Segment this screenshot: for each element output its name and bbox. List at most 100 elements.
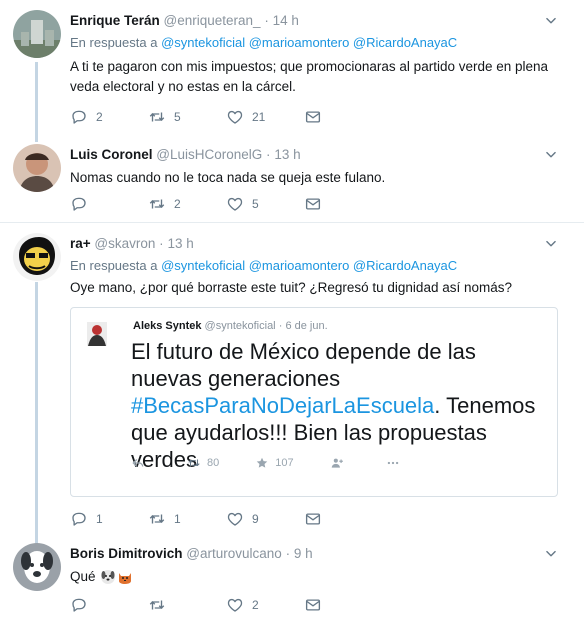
retweet-count: 1	[174, 512, 181, 526]
tweet[interactable]: Boris Dimitrovich @arturovulcano · 9 h Q…	[0, 533, 584, 620]
follow-icon	[330, 456, 344, 470]
tweet-text: Oye mano, ¿por qué borraste este tuit? ¿…	[70, 280, 512, 295]
dm-button[interactable]	[304, 596, 382, 614]
envelope-icon	[304, 510, 322, 528]
retweet-icon	[148, 195, 166, 213]
star-icon	[255, 456, 269, 470]
reply-icon	[70, 195, 88, 213]
reply-button[interactable]: 1	[70, 510, 148, 528]
quoted-like-count: 107	[275, 457, 294, 469]
like-button[interactable]: 5	[226, 195, 304, 213]
retweet-count: 2	[174, 197, 181, 211]
quoted-reply-button[interactable]	[131, 456, 151, 470]
tweet-header: Luis Coronel @LuisHCoronelG · 13 h	[70, 146, 550, 164]
timestamp[interactable]: 13 h	[167, 236, 193, 251]
quoted-like-button[interactable]: 107	[255, 456, 294, 470]
quoted-date[interactable]: 6 de jun.	[285, 320, 327, 332]
retweet-icon	[148, 510, 166, 528]
author-name[interactable]: ra+	[70, 236, 91, 251]
retweet-button[interactable]: 5	[148, 108, 226, 126]
tweet[interactable]: Luis Coronel @LuisHCoronelG · 13 h Nomas…	[0, 134, 584, 224]
separator: ·	[264, 13, 269, 28]
retweet-button[interactable]: 1	[148, 510, 226, 528]
reply-count: 1	[96, 512, 103, 526]
retweet-button[interactable]	[148, 596, 226, 614]
reply-arrow-icon	[131, 456, 145, 470]
heart-icon	[226, 108, 244, 126]
author-handle[interactable]: @arturovulcano	[186, 546, 282, 561]
timestamp[interactable]: 9 h	[294, 546, 313, 561]
quoted-text: El futuro de México depende de las nueva…	[131, 338, 537, 473]
tweet-actions: 2 5 21	[70, 107, 382, 127]
separator: ·	[278, 320, 283, 332]
quoted-more-button[interactable]	[386, 456, 406, 470]
cat-emoji-icon	[118, 573, 131, 584]
reply-context: En respuesta a @syntekoficial @marioamon…	[70, 257, 550, 274]
quoted-retweet-button[interactable]: 80	[187, 456, 219, 470]
like-button[interactable]: 9	[226, 510, 304, 528]
retweet-icon	[187, 456, 201, 470]
tweet-actions: 2 5	[70, 194, 382, 214]
tweet-header: ra+ @skavron · 13 h	[70, 235, 550, 253]
more-icon	[386, 456, 400, 470]
reply-mentions[interactable]: @syntekoficial @marioamontero @RicardoAn…	[161, 35, 457, 50]
separator: ·	[159, 236, 164, 251]
avatar[interactable]	[13, 543, 61, 591]
avatar[interactable]	[13, 233, 61, 281]
like-count: 21	[252, 110, 266, 124]
retweet-icon	[148, 108, 166, 126]
reply-button[interactable]: 2	[70, 108, 148, 126]
avatar[interactable]	[13, 144, 61, 192]
reply-icon	[70, 510, 88, 528]
author-handle[interactable]: @enriqueteran_	[164, 13, 261, 28]
envelope-icon	[304, 195, 322, 213]
retweet-count: 5	[174, 110, 181, 124]
author-name[interactable]: Boris Dimitrovich	[70, 546, 183, 561]
quoted-text-start: El futuro de México depende de las nueva…	[131, 339, 476, 391]
reply-icon	[70, 108, 88, 126]
tweet-header: Boris Dimitrovich @arturovulcano · 9 h	[70, 545, 550, 563]
heart-icon	[226, 596, 244, 614]
separator: ·	[285, 546, 291, 561]
chevron-down-icon[interactable]	[544, 547, 558, 561]
quoted-follow-button[interactable]	[330, 456, 350, 470]
author-name[interactable]: Luis Coronel	[70, 147, 153, 162]
like-count: 5	[252, 197, 259, 211]
chevron-down-icon[interactable]	[544, 148, 558, 162]
author-handle[interactable]: @LuisHCoronelG	[156, 147, 262, 162]
tweet-actions: 2	[70, 595, 382, 615]
reply-button[interactable]	[70, 596, 148, 614]
timestamp[interactable]: 14 h	[273, 13, 299, 28]
tweet-actions: 1 1 9	[70, 509, 382, 529]
quoted-author-handle[interactable]: @syntekoficial	[205, 320, 276, 332]
dm-button[interactable]	[304, 510, 382, 528]
chevron-down-icon[interactable]	[544, 237, 558, 251]
timestamp[interactable]: 13 h	[274, 147, 300, 162]
avatar[interactable]	[13, 10, 61, 58]
tweet[interactable]: ra+ @skavron · 13 h En respuesta a @synt…	[0, 223, 584, 533]
heart-icon	[226, 510, 244, 528]
dm-button[interactable]	[304, 108, 382, 126]
reply-mentions[interactable]: @syntekoficial @marioamontero @RicardoAn…	[161, 258, 457, 273]
tweet-header: Enrique Terán @enriqueteran_ · 14 h	[70, 12, 550, 30]
tweet[interactable]: Enrique Terán @enriqueteran_ · 14 h En r…	[0, 0, 584, 134]
tweet-text: Nomas cuando no le toca nada se queja es…	[70, 170, 386, 185]
author-handle[interactable]: @skavron	[94, 236, 155, 251]
reply-count: 2	[96, 110, 103, 124]
quoted-author-name[interactable]: Aleks Syntek	[133, 320, 201, 332]
quoted-retweet-count: 80	[207, 457, 220, 469]
like-button[interactable]: 2	[226, 596, 304, 614]
reply-button[interactable]	[70, 195, 148, 213]
quoted-avatar[interactable]	[81, 318, 113, 350]
tweet-text: A ti te pagaron con mis impuestos; que p…	[70, 59, 549, 94]
like-button[interactable]: 21	[226, 108, 304, 126]
dog-emoji-icon	[100, 570, 115, 584]
retweet-button[interactable]: 2	[148, 195, 226, 213]
chevron-down-icon[interactable]	[544, 14, 558, 28]
hashtag-link[interactable]: #BecasParaNoDejarLaEscuela	[131, 393, 434, 418]
dm-button[interactable]	[304, 195, 382, 213]
quoted-header: Aleks Syntek @syntekoficial · 6 de jun.	[133, 320, 328, 332]
quoted-tweet[interactable]: Aleks Syntek @syntekoficial · 6 de jun. …	[70, 307, 558, 497]
author-name[interactable]: Enrique Terán	[70, 13, 160, 28]
reply-icon	[70, 596, 88, 614]
